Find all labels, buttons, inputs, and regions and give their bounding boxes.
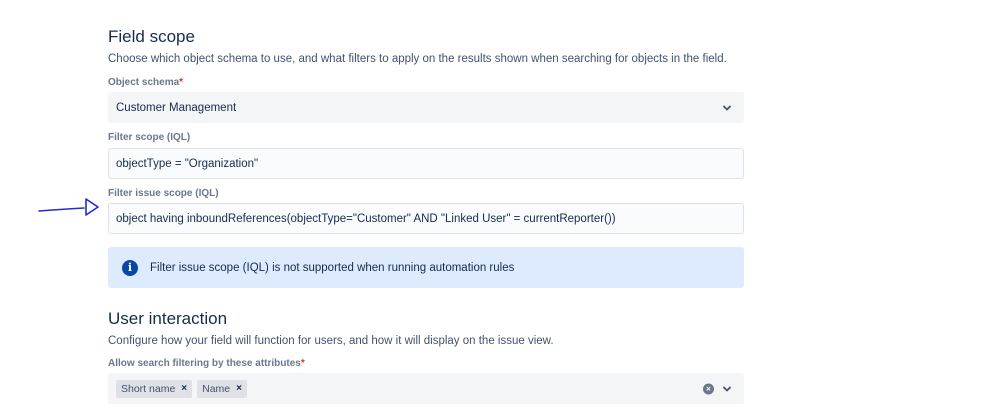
info-banner: i Filter issue scope (IQL) is not suppor… <box>108 247 744 288</box>
search-attributes-multiselect[interactable]: Short name × Name × × <box>108 373 744 404</box>
required-marker: * <box>179 77 184 88</box>
search-attributes-label: Allow search filtering by these attribut… <box>108 358 305 369</box>
remove-chip-icon[interactable]: × <box>236 383 242 394</box>
required-marker: * <box>300 358 305 369</box>
info-message: Filter issue scope (IQL) is not supporte… <box>150 261 515 274</box>
user-interaction-heading: User interaction <box>108 309 228 328</box>
object-schema-label: Object schema* <box>108 77 184 88</box>
object-schema-select[interactable]: Customer Management <box>108 92 744 123</box>
filter-issue-scope-label: Filter issue scope (IQL) <box>108 188 219 199</box>
filter-issue-scope-input[interactable]: object having inboundReferences(objectTy… <box>108 203 744 234</box>
field-scope-heading: Field scope <box>108 27 195 46</box>
user-interaction-description: Configure how your field will function f… <box>108 335 554 347</box>
filter-scope-value: objectType = "Organization" <box>116 157 259 170</box>
chevron-down-icon[interactable] <box>722 103 732 113</box>
info-icon: i <box>122 259 138 276</box>
attribute-chip-short-name: Short name × <box>116 379 193 398</box>
annotation-arrow <box>38 198 99 216</box>
chevron-down-icon[interactable] <box>722 384 732 394</box>
field-scope-description: Choose which object schema to use, and w… <box>108 53 727 65</box>
filter-scope-label: Filter scope (IQL) <box>108 132 191 143</box>
filter-scope-input[interactable]: objectType = "Organization" <box>108 148 744 179</box>
filter-issue-scope-value: object having inboundReferences(objectTy… <box>116 212 616 225</box>
attribute-chip-name: Name × <box>197 379 247 398</box>
object-schema-value: Customer Management <box>116 101 237 114</box>
clear-selection-icon[interactable]: × <box>703 383 714 394</box>
remove-chip-icon[interactable]: × <box>181 383 187 394</box>
